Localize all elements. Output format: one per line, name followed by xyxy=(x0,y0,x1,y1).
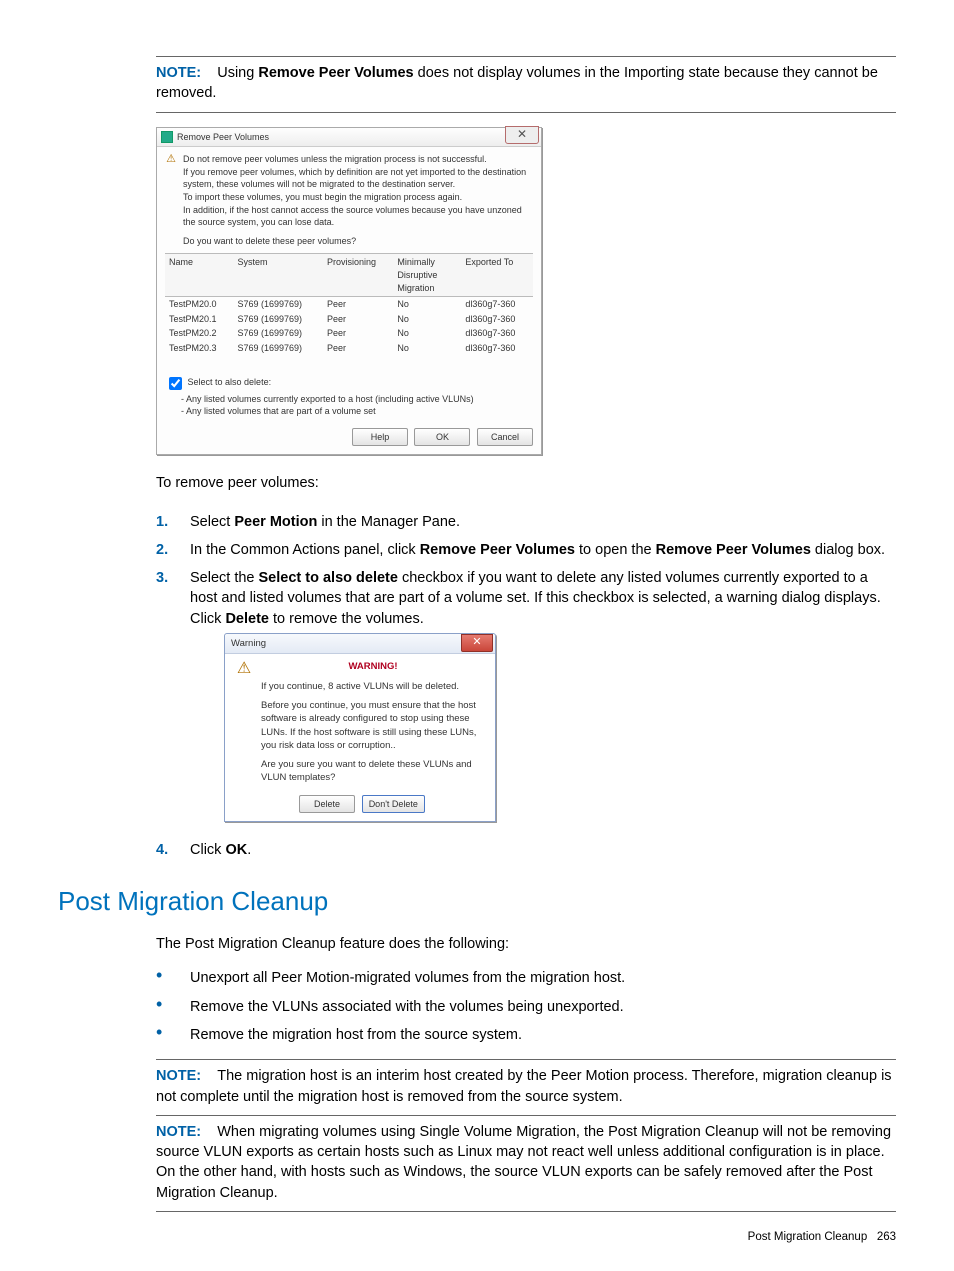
col-exported-to: Exported To xyxy=(461,254,533,297)
divider xyxy=(156,1115,896,1116)
note-single-volume: NOTE: When migrating volumes using Singl… xyxy=(156,1122,896,1203)
peer-volumes-table: Name System Provisioning Minimally Disru… xyxy=(165,253,533,355)
bullet-item: •Remove the VLUNs associated with the vo… xyxy=(156,997,896,1017)
delete-button[interactable]: Delete xyxy=(299,795,355,814)
note-label: NOTE: xyxy=(156,1068,201,1084)
step-2: 2. In the Common Actions panel, click Re… xyxy=(156,540,896,560)
col-provisioning: Provisioning xyxy=(323,254,393,297)
table-row: TestPM20.3S769 (1699769)PeerNodl360g7-36… xyxy=(165,341,533,356)
warning-dialog-text: WARNING! If you continue, 8 active VLUNs… xyxy=(261,660,485,784)
page-footer: Post Migration Cleanup 263 xyxy=(748,1229,896,1245)
dialog-warning-text: Do not remove peer volumes unless the mi… xyxy=(183,153,533,247)
close-icon[interactable]: ✕ xyxy=(461,634,493,652)
note-label: NOTE: xyxy=(156,1124,201,1140)
table-row: TestPM20.1S769 (1699769)PeerNodl360g7-36… xyxy=(165,312,533,327)
help-button[interactable]: Help xyxy=(352,428,408,447)
select-also-delete-block: Select to also delete: - Any listed volu… xyxy=(165,374,533,418)
section-title: Post Migration Cleanup xyxy=(58,883,896,919)
warning-icon: ⚠ xyxy=(165,153,177,165)
step-3: 3. Select the Select to also delete chec… xyxy=(156,568,896,832)
warning-heading: WARNING! xyxy=(261,660,485,673)
step-1: 1. Select Peer Motion in the Manager Pan… xyxy=(156,512,896,532)
select-also-delete-input[interactable] xyxy=(169,377,182,390)
bullet-icon: • xyxy=(156,968,172,988)
step-number: 4. xyxy=(156,840,172,860)
table-row: TestPM20.2S769 (1699769)PeerNodl360g7-36… xyxy=(165,326,533,341)
bullet-icon: • xyxy=(156,997,172,1017)
warning-dialog-titlebar: Warning ✕ xyxy=(225,634,495,654)
select-also-delete-checkbox[interactable]: Select to also delete: xyxy=(165,377,271,387)
note-migration-host: NOTE: The migration host is an interim h… xyxy=(156,1066,896,1107)
bullet-icon: • xyxy=(156,1025,172,1045)
dont-delete-button[interactable]: Don't Delete xyxy=(362,795,425,814)
col-system: System xyxy=(234,254,324,297)
remove-peer-volumes-dialog: Remove Peer Volumes ✕ ⚠ Do not remove pe… xyxy=(156,127,542,456)
divider-top xyxy=(156,56,896,57)
intro-text: To remove peer volumes: xyxy=(156,473,896,493)
dialog-title: Remove Peer Volumes xyxy=(177,131,269,144)
warning-dialog-title: Warning xyxy=(231,638,266,649)
dialog-titlebar: Remove Peer Volumes ✕ xyxy=(157,128,541,148)
divider xyxy=(156,1059,896,1060)
step-number: 2. xyxy=(156,540,172,560)
warning-icon: ⚠ xyxy=(235,660,253,678)
step-number: 3. xyxy=(156,568,172,832)
ok-button[interactable]: OK xyxy=(414,428,470,447)
col-name: Name xyxy=(165,254,234,297)
bullet-item: •Remove the migration host from the sour… xyxy=(156,1025,896,1045)
table-row: TestPM20.0S769 (1699769)PeerNodl360g7-36… xyxy=(165,297,533,312)
close-icon[interactable]: ✕ xyxy=(505,126,539,144)
step-4: 4. Click OK. xyxy=(156,840,896,860)
note-remove: NOTE: Using Remove Peer Volumes does not… xyxy=(156,63,896,104)
divider xyxy=(156,1211,896,1212)
col-min-disruptive: Minimally Disruptive Migration xyxy=(393,254,461,297)
cancel-button[interactable]: Cancel xyxy=(477,428,533,447)
step-number: 1. xyxy=(156,512,172,532)
app-icon xyxy=(161,131,173,143)
bullet-item: •Unexport all Peer Motion-migrated volum… xyxy=(156,968,896,988)
warning-dialog: Warning ✕ ⚠ WARNING! If you continue, 8 … xyxy=(224,633,496,822)
divider-under-note xyxy=(156,112,896,113)
note-label: NOTE: xyxy=(156,65,201,81)
section-intro: The Post Migration Cleanup feature does … xyxy=(156,934,896,954)
